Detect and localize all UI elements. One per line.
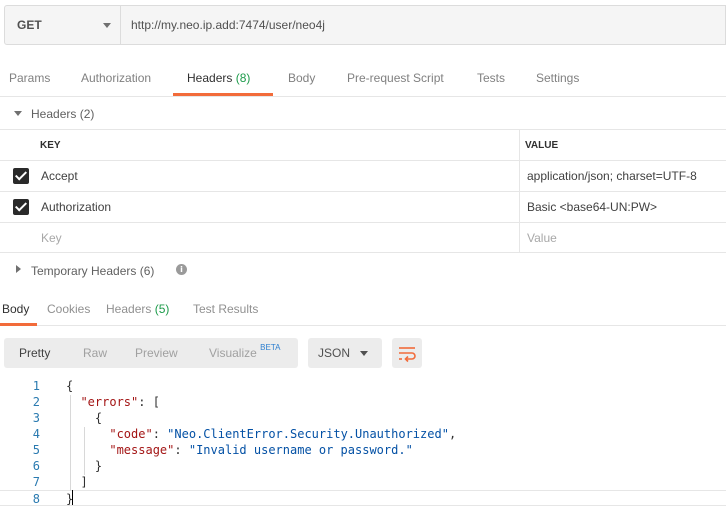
tab-tests[interactable]: Tests: [477, 71, 505, 85]
tab-headers-label: Headers: [187, 71, 233, 85]
line-number: 5: [32, 443, 40, 457]
value-column-label: VALUE: [525, 140, 559, 151]
headers-section-title: Headers (2): [31, 107, 95, 121]
tab-body[interactable]: Body: [288, 71, 315, 85]
header-enabled-checkbox[interactable]: [13, 168, 29, 184]
active-tab-indicator: [173, 93, 273, 96]
wrap-lines-icon: [399, 347, 416, 363]
temporary-headers-title: Temporary Headers (6): [31, 264, 154, 278]
method-label: GET: [17, 18, 42, 32]
tab-headers-count: (8): [235, 71, 251, 85]
active-response-tab-indicator: [0, 323, 37, 326]
preview-button[interactable]: Preview: [135, 346, 178, 360]
view-mode-group: Pretty Raw Preview Visualize BETA: [4, 338, 298, 368]
line-number: 4: [32, 427, 40, 441]
key-column-header: KEY: [31, 130, 520, 160]
code-line: 3 {: [0, 410, 726, 426]
headers-section-toggle[interactable]: Headers (2): [0, 99, 726, 129]
header-key-text: Authorization: [41, 200, 112, 214]
format-label: JSON: [318, 346, 351, 360]
line-text: {: [66, 379, 74, 393]
visualize-button[interactable]: Visualize BETA: [209, 343, 281, 360]
tab-response-cookies[interactable]: Cookies: [47, 302, 90, 316]
tab-response-headers-count: (5): [154, 302, 170, 316]
response-body-editor[interactable]: 1{ 2 "errors": [ 3 { 4 "code": "Neo.Clie…: [0, 378, 726, 506]
header-value-cell[interactable]: Basic <base64-UN:PW>: [520, 192, 726, 222]
table-header-row: KEY VALUE: [0, 129, 726, 160]
new-key-input[interactable]: Key: [31, 223, 520, 252]
line-number: 7: [32, 475, 40, 489]
table-row: Accept application/json; charset=UTF-8: [0, 160, 726, 191]
caret-right-icon: [16, 265, 21, 273]
tab-response-headers-label: Headers: [106, 302, 152, 316]
header-value-text: Basic <base64-UN:PW>: [527, 200, 658, 214]
tab-authorization[interactable]: Authorization: [81, 71, 151, 85]
url-text: http://my.neo.ip.add:7474/user/neo4j: [131, 18, 325, 32]
tab-settings[interactable]: Settings: [536, 71, 579, 85]
info-icon[interactable]: i: [176, 264, 187, 275]
new-header-row: Key Value: [0, 222, 726, 253]
request-bar: GET http://my.neo.ip.add:7474/user/neo4j: [4, 5, 726, 45]
line-number: 6: [32, 459, 40, 473]
temporary-headers-count: (6): [139, 264, 155, 278]
tab-response-body[interactable]: Body: [2, 302, 29, 316]
chevron-down-icon: [360, 351, 368, 356]
temporary-headers-label: Temporary Headers: [31, 264, 137, 278]
code-line: 1{: [0, 378, 726, 394]
header-key-text: Accept: [41, 169, 78, 183]
line-number: 3: [32, 411, 40, 425]
caret-down-icon: [14, 111, 22, 116]
line-text: "errors": [: [80, 395, 160, 409]
raw-button[interactable]: Raw: [83, 346, 107, 360]
response-tabs: Body Cookies Headers (5) Test Results: [0, 296, 726, 326]
line-text: "message": "Invalid username or password…: [109, 443, 413, 457]
line-number: 2: [32, 395, 40, 409]
new-value-input[interactable]: Value: [520, 223, 726, 252]
header-key-cell[interactable]: Authorization: [31, 192, 520, 222]
tab-params[interactable]: Params: [9, 71, 50, 85]
key-column-label: KEY: [40, 140, 61, 151]
wrap-lines-button[interactable]: [392, 338, 422, 368]
header-key-cell[interactable]: Accept: [31, 161, 520, 191]
indent-guide: [70, 395, 71, 491]
value-column-header: VALUE: [520, 130, 726, 160]
method-select[interactable]: GET: [4, 5, 121, 45]
table-row: Authorization Basic <base64-UN:PW>: [0, 191, 726, 222]
code-line: 7 ]: [0, 474, 726, 490]
temporary-headers-toggle[interactable]: Temporary Headers (6) i: [0, 256, 726, 286]
headers-table: KEY VALUE Accept application/json; chars…: [0, 129, 726, 253]
indent-guide: [84, 427, 85, 475]
text-cursor: [72, 490, 73, 505]
header-value-cell[interactable]: application/json; charset=UTF-8: [520, 161, 726, 191]
pretty-button[interactable]: Pretty: [19, 346, 50, 360]
tab-response-headers[interactable]: Headers (5): [106, 302, 169, 316]
format-select[interactable]: JSON: [308, 338, 382, 368]
code-line: 2 "errors": [: [0, 394, 726, 410]
tab-headers[interactable]: Headers (8): [187, 71, 250, 85]
code-line: 4 "code": "Neo.ClientError.Security.Unau…: [0, 426, 726, 442]
header-value-text: application/json; charset=UTF-8: [527, 169, 697, 183]
header-enabled-checkbox[interactable]: [13, 199, 29, 215]
url-input[interactable]: http://my.neo.ip.add:7474/user/neo4j: [120, 5, 726, 45]
line-text: {: [66, 411, 103, 425]
tab-prerequest-script[interactable]: Pre-request Script: [347, 71, 444, 85]
tab-test-results[interactable]: Test Results: [193, 302, 258, 316]
key-placeholder: Key: [41, 231, 62, 245]
beta-badge: BETA: [260, 343, 281, 352]
line-number: 8: [32, 492, 40, 506]
code-line: 6 }: [0, 458, 726, 474]
code-line: 5 "message": "Invalid username or passwo…: [0, 442, 726, 458]
visualize-label: Visualize: [209, 346, 257, 360]
chevron-down-icon: [103, 23, 111, 28]
request-tabs: Params Authorization Headers (8) Body Pr…: [0, 60, 726, 97]
value-placeholder: Value: [527, 231, 557, 245]
code-line-current: 8}: [0, 490, 726, 506]
line-text: "code": "Neo.ClientError.Security.Unauth…: [109, 427, 457, 441]
line-number: 1: [32, 379, 40, 393]
